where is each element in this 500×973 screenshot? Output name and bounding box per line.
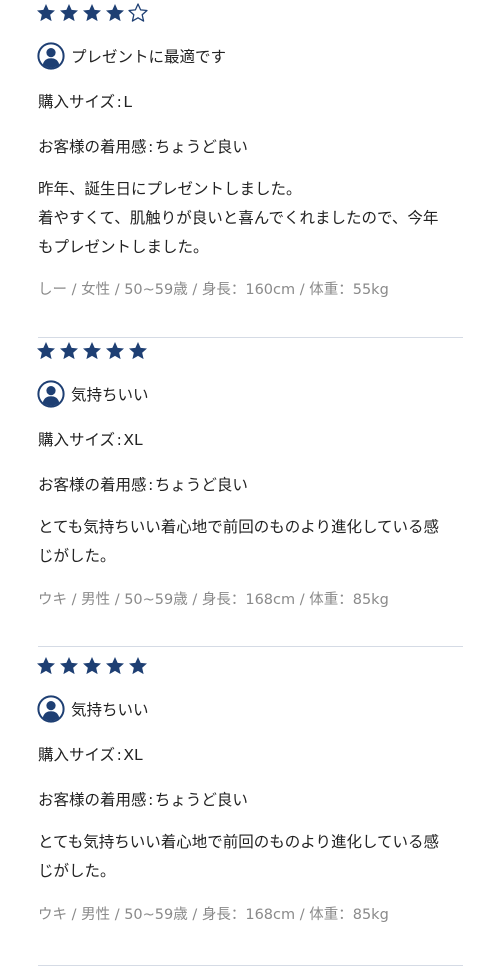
user-avatar-icon [37,380,65,408]
separator: : [116,93,122,111]
purchase-size-label: 購入サイズ [38,431,116,449]
review-body: とても気持ちいい着心地で前回のものより進化している感 じがした。 [38,828,468,886]
star-filled-icon [81,340,103,364]
star-rating [35,2,149,28]
review-body: 昨年、誕生日にプレゼントしました。 着やすくて、肌触りが良いと喜んでくれましたの… [38,175,468,262]
review-body-line: もプレゼントしました。 [38,238,209,256]
review-body-line: 着やすくて、肌触りが良いと喜んでくれましたので、今年 [38,209,439,227]
star-rating [35,655,149,681]
star-filled-icon [58,2,80,26]
purchase-size-value: L [123,93,133,111]
purchase-size-label: 購入サイズ [38,746,116,764]
separator: : [148,476,154,494]
fit-feeling: お客様の着用感:ちょうど良い [38,473,248,495]
fit-feeling-value: ちょうど良い [154,791,248,809]
star-filled-icon [58,655,80,679]
reviewer-info: ウキ / 男性 / 50~59歳 / 身長：168cm / 体重：85kg [38,907,389,923]
star-outline-icon [127,2,149,26]
star-filled-icon [104,2,126,26]
reviewer-info: ウキ / 男性 / 50~59歳 / 身長：168cm / 体重：85kg [38,592,389,608]
purchase-size-value: XL [123,746,143,764]
fit-feeling-label: お客様の着用感 [38,791,147,809]
star-filled-icon [35,2,57,26]
fit-feeling: お客様の着用感:ちょうど良い [38,135,248,157]
fit-feeling-label: お客様の着用感 [38,476,147,494]
star-filled-icon [81,2,103,26]
star-filled-icon [35,340,57,364]
purchase-size: 購入サイズ:L [38,90,132,112]
review-title: 気持ちいい [71,701,149,719]
user-avatar-icon [37,695,65,723]
purchase-size: 購入サイズ:XL [38,743,143,765]
review-header: 気持ちいい [37,379,149,409]
review-divider [38,337,463,338]
star-rating [35,340,149,366]
review-title: 気持ちいい [71,386,149,404]
review-body-line: とても気持ちいい着心地で前回のものより進化している感 [38,833,439,851]
review-divider [38,646,463,647]
fit-feeling-label: お客様の着用感 [38,138,147,156]
review-body-line: じがした。 [38,862,116,880]
star-filled-icon [35,655,57,679]
purchase-size-value: XL [123,431,143,449]
review-header: 気持ちいい [37,694,149,724]
fit-feeling: お客様の着用感:ちょうど良い [38,788,248,810]
purchase-size: 購入サイズ:XL [38,428,143,450]
review-divider [38,965,463,966]
review-header: プレゼントに最適です [37,41,226,71]
purchase-size-label: 購入サイズ [38,93,116,111]
review-body: とても気持ちいい着心地で前回のものより進化している感 じがした。 [38,513,468,571]
separator: : [148,138,154,156]
star-filled-icon [104,340,126,364]
review-body-line: じがした。 [38,547,116,565]
reviewer-info: しー / 女性 / 50~59歳 / 身長：160cm / 体重：55kg [38,282,389,298]
star-filled-icon [58,340,80,364]
review-title: プレゼントに最適です [71,48,227,66]
star-filled-icon [127,340,149,364]
star-filled-icon [81,655,103,679]
star-filled-icon [127,655,149,679]
separator: : [148,791,154,809]
fit-feeling-value: ちょうど良い [154,476,248,494]
review-body-line: 昨年、誕生日にプレゼントしました。 [38,180,302,198]
review-list: プレゼントに最適です 購入サイズ:L お客様の着用感:ちょうど良い 昨年、誕生日… [0,0,500,973]
separator: : [116,431,122,449]
separator: : [116,746,122,764]
fit-feeling-value: ちょうど良い [154,138,248,156]
user-avatar-icon [37,42,65,70]
star-filled-icon [104,655,126,679]
review-body-line: とても気持ちいい着心地で前回のものより進化している感 [38,518,439,536]
